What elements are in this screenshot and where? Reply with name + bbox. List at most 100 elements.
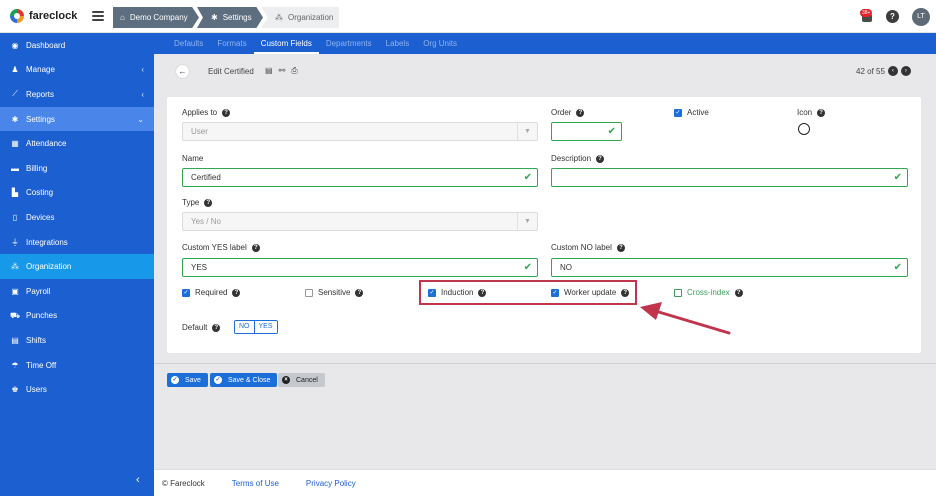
credit-card-icon: ▬ [11, 163, 19, 173]
name-label: Name [182, 154, 204, 163]
dashboard-icon: ◉ [11, 40, 19, 50]
sidebar-item-reports[interactable]: ⟋ Reports ‹ [0, 82, 154, 107]
help-icon[interactable]: ? [232, 288, 241, 297]
breadcrumb-label: Settings [222, 13, 252, 22]
check-icon: ✔ [523, 262, 532, 273]
type-select[interactable]: Yes / No ▼ [182, 212, 538, 231]
applies-to-select[interactable]: User ▼ [182, 122, 538, 141]
check-icon: ✔ [523, 172, 532, 183]
tab-formats[interactable]: Formats [210, 33, 253, 54]
tab-custom-fields[interactable]: Custom Fields [253, 33, 319, 54]
required-checkbox[interactable]: ✓ Required? [182, 288, 241, 297]
help-icon[interactable]: ? [817, 108, 826, 117]
chevron-down-icon: ▼ [517, 123, 537, 140]
description-label: Description? [551, 154, 605, 163]
app-logo[interactable]: fareclock [10, 9, 77, 23]
save-button[interactable]: ✓ Save [167, 373, 208, 387]
sidebar-item-settings[interactable]: ✱ Settings ⌄ [0, 106, 154, 132]
sidebar-item-dashboard[interactable]: ◉ Dashboard [0, 33, 154, 58]
sidebar-item-punches[interactable]: ⛟ Punches [0, 304, 154, 329]
sidebar-item-label: Punches [26, 311, 58, 321]
default-toggle[interactable]: NO YES [234, 320, 278, 334]
sidebar-item-payroll[interactable]: ▣ Payroll [0, 279, 154, 304]
id-card-icon[interactable]: ▤ [265, 66, 273, 76]
help-icon[interactable]: ? [596, 154, 605, 163]
breadcrumb-settings[interactable]: ✱ Settings [197, 7, 263, 28]
order-input[interactable]: ✔ [551, 122, 622, 141]
cross-index-label: Cross-index [687, 288, 730, 297]
previous-record-button[interactable]: ‹ [887, 66, 898, 76]
default-option-no[interactable]: NO [235, 321, 254, 333]
help-icon[interactable]: ? [734, 288, 743, 297]
binoculars-icon[interactable]: ⚯ [279, 66, 286, 76]
breadcrumb: ⌂ Demo Company ✱ Settings ⁂ Organization [113, 7, 339, 28]
calendar-icon: ▤ [11, 335, 19, 345]
name-input[interactable]: Certified ✔ [182, 168, 538, 187]
sidebar-item-devices[interactable]: ▯ Devices [0, 205, 154, 230]
gear-icon: ✱ [211, 13, 218, 22]
sidebar-item-integrations[interactable]: ⏚ Integrations [0, 230, 154, 255]
cancel-button[interactable]: × Cancel [278, 373, 325, 387]
checkbox-unchecked-icon [305, 288, 313, 297]
sidebar-item-label: Settings [26, 114, 55, 124]
sidebar-item-users[interactable]: ♚ Users [0, 377, 154, 402]
sidebar: ◉ Dashboard ♟ Manage ‹ ⟋ Reports ‹ ✱ Settings ⌄… [0, 33, 154, 496]
active-checkbox[interactable]: ✓ Active [674, 108, 709, 117]
users-icon: ♚ [11, 385, 19, 395]
yes-label-label: Custom YES label? [182, 243, 260, 252]
breadcrumb-company[interactable]: ⌂ Demo Company [113, 7, 199, 28]
sidebar-item-attendance[interactable]: ▦ Attendance [0, 131, 154, 156]
next-record-button[interactable]: › [900, 66, 911, 76]
checkbox-unchecked-icon [674, 288, 682, 297]
sidebar-item-shifts[interactable]: ▤ Shifts [0, 328, 154, 353]
close-icon: × [282, 376, 290, 384]
cancel-label: Cancel [296, 376, 318, 384]
sidebar-item-label: Users [26, 385, 47, 395]
breadcrumb-label: Demo Company [129, 13, 188, 22]
help-icon[interactable]: ? [251, 243, 260, 252]
no-label-input[interactable]: NO ✔ [551, 258, 908, 277]
tab-departments[interactable]: Departments [319, 33, 379, 54]
privacy-link[interactable]: Privacy Policy [306, 479, 356, 488]
tab-defaults[interactable]: Defaults [167, 33, 210, 54]
chevron-left-icon: ‹ [141, 89, 144, 99]
tab-labels[interactable]: Labels [379, 33, 417, 54]
chart-icon: ⟋ [12, 89, 18, 99]
copyright: © Fareclock [162, 478, 205, 488]
default-option-yes[interactable]: YES [253, 321, 277, 333]
tab-org-units[interactable]: Org Units [416, 33, 464, 54]
yes-label-input[interactable]: YES ✔ [182, 258, 538, 277]
print-icon[interactable]: ⎙ [291, 66, 297, 76]
sidebar-item-organization[interactable]: ⁂ Organization [0, 254, 154, 279]
sensitive-label: Sensitive [318, 288, 351, 297]
help-icon[interactable]: ? [355, 288, 364, 297]
required-label: Required [195, 288, 228, 297]
help-icon[interactable]: ? [616, 243, 625, 252]
sensitive-checkbox[interactable]: Sensitive? [305, 288, 364, 297]
app-name: fareclock [29, 10, 78, 22]
help-icon[interactable]: ? [576, 108, 585, 117]
sidebar-item-billing[interactable]: ▬ Billing [0, 156, 154, 181]
sidebar-item-manage[interactable]: ♟ Manage ‹ [0, 58, 154, 83]
collapse-sidebar-icon[interactable]: ‹ [136, 474, 140, 486]
cross-index-checkbox[interactable]: Cross-index? [674, 288, 743, 297]
sidebar-item-costing[interactable]: ▙ Costing [0, 181, 154, 206]
checkbox-checked-icon: ✓ [674, 108, 682, 117]
description-input[interactable]: ✔ [551, 168, 908, 187]
breadcrumb-organization[interactable]: ⁂ Organization [261, 7, 339, 28]
menu-toggle-icon[interactable] [92, 11, 104, 21]
type-value: Yes / No [191, 217, 221, 226]
applies-to-label: Applies to? [182, 108, 231, 117]
help-icon[interactable]: ? [222, 108, 231, 117]
help-button[interactable]: ? [886, 10, 899, 23]
terms-link[interactable]: Terms of Use [232, 479, 279, 488]
active-label: Active [687, 108, 709, 117]
sidebar-item-label: Time Off [26, 360, 57, 370]
help-icon[interactable]: ? [204, 198, 213, 207]
icon-picker[interactable] [798, 123, 810, 135]
save-close-button[interactable]: ✓ Save & Close [210, 373, 278, 387]
avatar[interactable]: LT [912, 8, 930, 26]
help-icon[interactable]: ? [212, 323, 221, 332]
sidebar-item-time-off[interactable]: ☂ Time Off [0, 353, 154, 378]
back-button[interactable]: ← [176, 65, 189, 78]
